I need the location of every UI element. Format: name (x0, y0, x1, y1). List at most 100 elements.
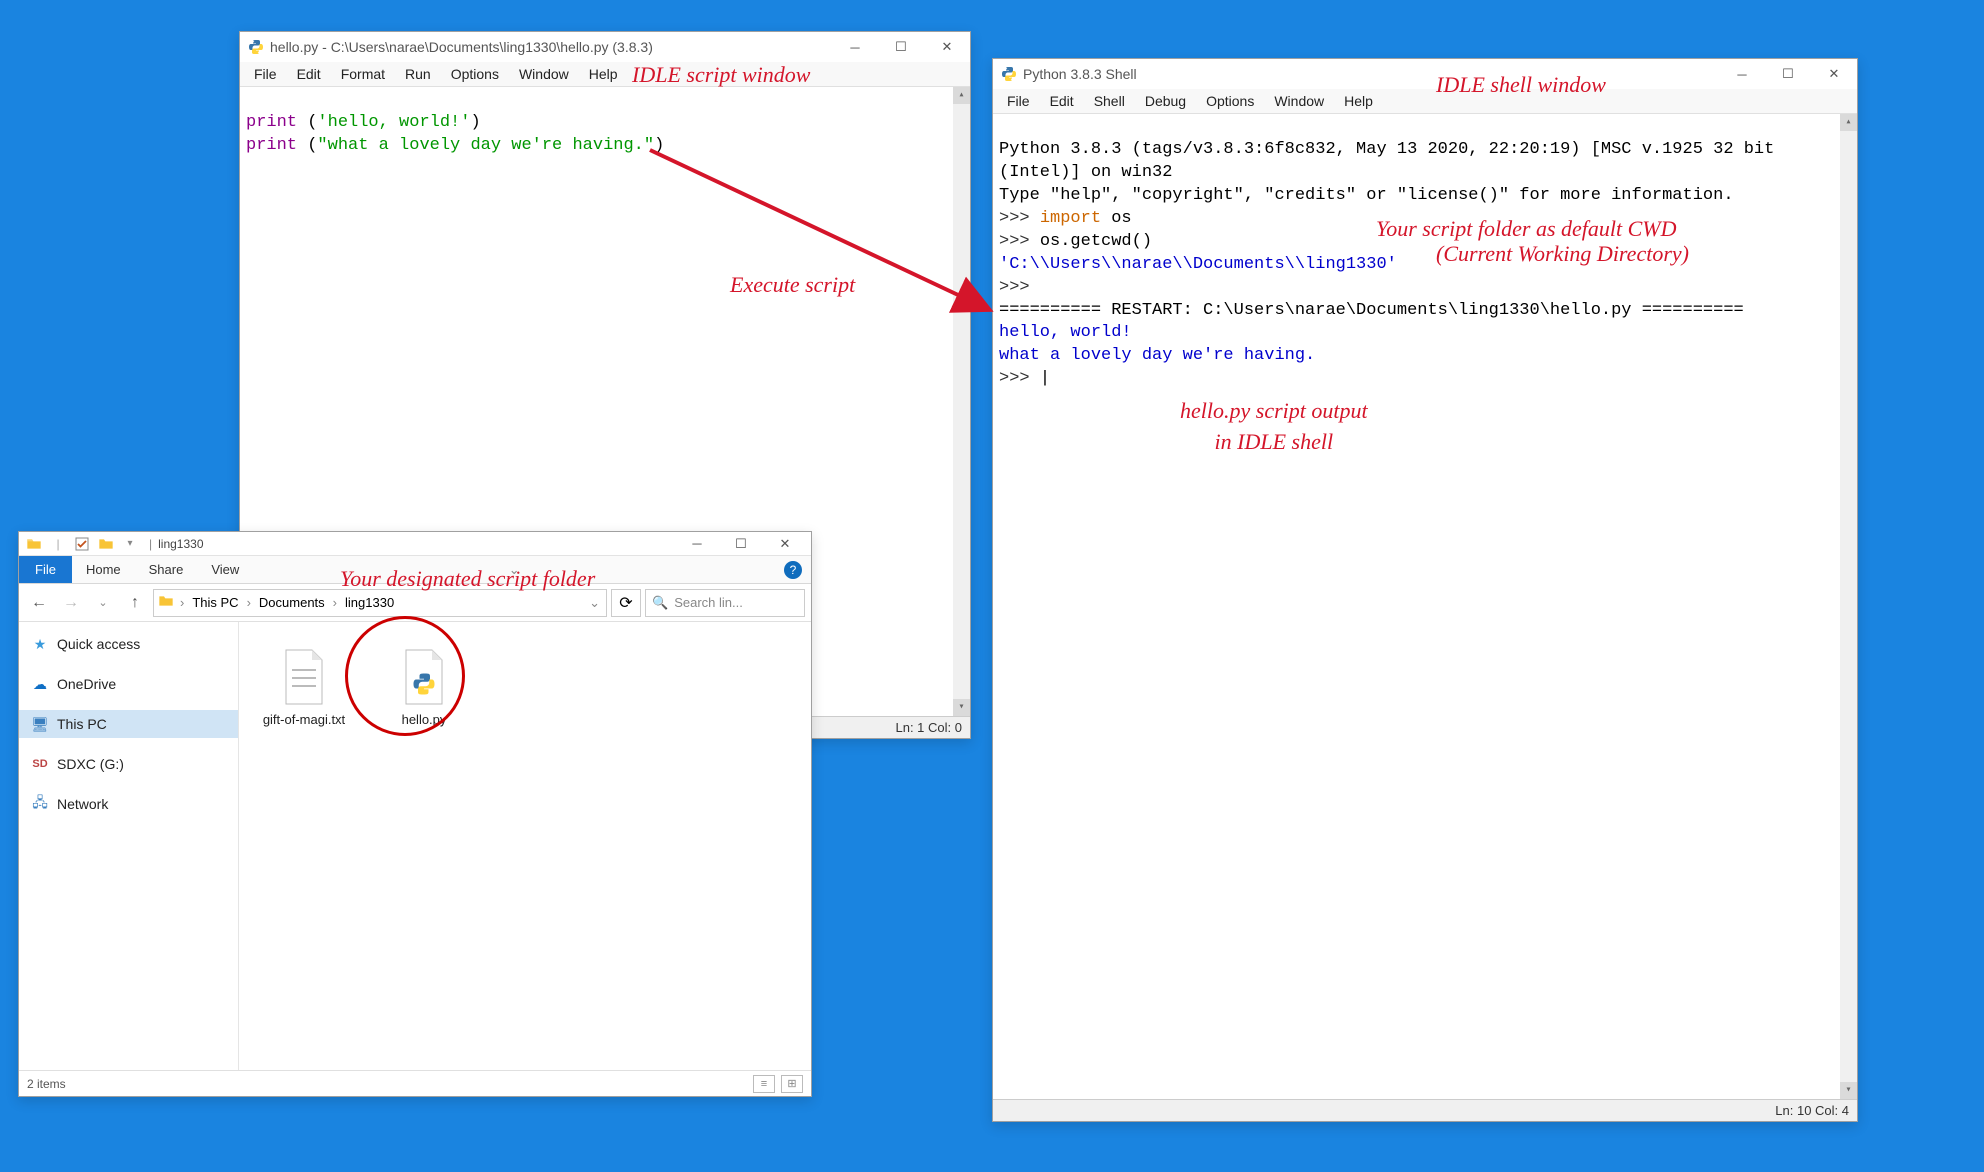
up-button[interactable]: ↑ (121, 589, 149, 617)
refresh-button[interactable]: ⟳ (611, 589, 641, 617)
chevron-right-icon[interactable]: › (245, 595, 253, 610)
shell-banner: Python 3.8.3 (tags/v3.8.3:6f8c832, May 1… (999, 140, 1785, 182)
network-icon: 🖧 (31, 795, 49, 813)
folder-tool-icon[interactable] (95, 533, 117, 555)
maximize-button[interactable]: ☐ (719, 532, 763, 556)
shell-banner: Type "help", "copyright", "credits" or "… (999, 186, 1734, 205)
breadcrumb[interactable]: › This PC › Documents › ling1330 ⌄ (153, 589, 607, 617)
scroll-up-icon[interactable]: ▴ (953, 87, 970, 104)
menu-file[interactable]: File (997, 91, 1040, 111)
menu-debug[interactable]: Debug (1135, 91, 1196, 111)
scroll-down-icon[interactable]: ▾ (953, 699, 970, 716)
script-scrollbar[interactable]: ▴ ▾ (953, 87, 970, 716)
explorer-file-pane[interactable]: gift-of-magi.txt hello.py (239, 622, 811, 1070)
shell-body[interactable]: Python 3.8.3 (tags/v3.8.3:6f8c832, May 1… (993, 114, 1857, 1099)
sidebar-label: OneDrive (57, 676, 116, 692)
sidebar-item-this-pc[interactable]: 🖥 This PC (19, 710, 238, 738)
sidebar-item-network[interactable]: 🖧 Network (19, 790, 238, 818)
ribbon-expand-icon[interactable]: ⌄ (496, 556, 532, 583)
menu-options[interactable]: Options (441, 64, 509, 84)
code-token: ( (297, 113, 317, 132)
maximize-button[interactable]: ☐ (878, 32, 924, 62)
scroll-down-icon[interactable]: ▾ (1840, 1082, 1857, 1099)
icons-view-button[interactable]: ⊞ (781, 1075, 803, 1093)
shell-cursor-pos: Ln: 10 Col: 4 (1775, 1103, 1849, 1118)
idle-shell-window: Python 3.8.3 Shell ─ ☐ ✕ File Edit Shell… (992, 58, 1858, 1122)
folder-icon (23, 533, 45, 555)
menu-file[interactable]: File (244, 64, 287, 84)
explorer-body: ★ Quick access ☁ OneDrive 🖥 This PC SD S… (19, 622, 811, 1070)
menu-help[interactable]: Help (1334, 91, 1383, 111)
chevron-down-icon[interactable]: ▾ (119, 533, 141, 555)
maximize-button[interactable]: ☐ (1765, 59, 1811, 89)
sidebar-label: Quick access (57, 636, 140, 652)
qat-separator-icon: | (47, 533, 69, 555)
menu-edit[interactable]: Edit (287, 64, 331, 84)
shell-restart-banner: ========== RESTART: C:\Users\narae\Docum… (999, 301, 1744, 320)
chevron-down-icon[interactable]: ⌄ (587, 595, 602, 611)
minimize-button[interactable]: ─ (675, 532, 719, 556)
pc-icon: 🖥 (31, 715, 49, 733)
breadcrumb-segment[interactable]: Documents (253, 595, 331, 610)
breadcrumb-segment[interactable]: This PC (186, 595, 244, 610)
code-token: print (246, 136, 297, 155)
qat-separator-icon: | (149, 537, 152, 551)
code-keyword: import (1040, 209, 1101, 228)
file-item-text[interactable]: gift-of-magi.txt (249, 642, 359, 731)
cursor-icon: | (1040, 369, 1050, 388)
menu-window[interactable]: Window (509, 64, 579, 84)
explorer-title: ling1330 (158, 537, 203, 551)
menu-shell[interactable]: Shell (1084, 91, 1135, 111)
shell-output: hello, world! (999, 323, 1132, 342)
menu-format[interactable]: Format (331, 64, 395, 84)
menu-window[interactable]: Window (1264, 91, 1334, 111)
explorer-statusbar: 2 items ≡ ⊞ (19, 1070, 811, 1096)
minimize-button[interactable]: ─ (832, 32, 878, 62)
python-icon (1001, 66, 1017, 82)
close-button[interactable]: ✕ (1811, 59, 1857, 89)
menu-run[interactable]: Run (395, 64, 441, 84)
forward-button[interactable]: → (57, 589, 85, 617)
tab-home[interactable]: Home (72, 556, 135, 583)
explorer-navbar: ← → ⌄ ↑ › This PC › Documents › ling1330… (19, 584, 811, 622)
sidebar-label: Network (57, 796, 108, 812)
code-token: ( (297, 136, 317, 155)
breadcrumb-segment[interactable]: ling1330 (339, 595, 400, 610)
python-file-icon (396, 646, 452, 708)
tab-share[interactable]: Share (135, 556, 198, 583)
back-button[interactable]: ← (25, 589, 53, 617)
tab-view[interactable]: View (197, 556, 253, 583)
script-titlebar: hello.py - C:\Users\narae\Documents\ling… (240, 32, 970, 62)
folder-icon (158, 593, 174, 612)
minimize-button[interactable]: ─ (1719, 59, 1765, 89)
checkbox-tool-icon[interactable] (71, 533, 93, 555)
shell-prompt: >>> (999, 369, 1040, 388)
menu-edit[interactable]: Edit (1040, 91, 1084, 111)
file-label: gift-of-magi.txt (263, 712, 345, 727)
search-placeholder: Search lin... (674, 595, 743, 610)
close-button[interactable]: ✕ (763, 532, 807, 556)
chevron-right-icon[interactable]: › (331, 595, 339, 610)
file-item-python[interactable]: hello.py (369, 642, 479, 731)
file-explorer-window: | ▾ | ling1330 ─ ☐ ✕ File Home Share Vie… (18, 531, 812, 1097)
shell-scrollbar[interactable]: ▴ ▾ (1840, 114, 1857, 1099)
chevron-right-icon[interactable]: › (178, 595, 186, 610)
help-button[interactable]: ? (775, 556, 811, 583)
menu-help[interactable]: Help (579, 64, 628, 84)
search-input[interactable]: 🔍 Search lin... (645, 589, 805, 617)
sidebar-item-onedrive[interactable]: ☁ OneDrive (19, 670, 238, 698)
recent-locations-button[interactable]: ⌄ (89, 589, 117, 617)
scroll-up-icon[interactable]: ▴ (1840, 114, 1857, 131)
sidebar-item-quick-access[interactable]: ★ Quick access (19, 630, 238, 658)
details-view-button[interactable]: ≡ (753, 1075, 775, 1093)
shell-output: 'C:\\Users\\narae\\Documents\\ling1330' (999, 255, 1397, 274)
sidebar-item-sdxc[interactable]: SD SDXC (G:) (19, 750, 238, 778)
cloud-icon: ☁ (31, 675, 49, 693)
code-string: 'hello, world!' (317, 113, 470, 132)
tab-file[interactable]: File (19, 556, 72, 583)
shell-statusbar: Ln: 10 Col: 4 (993, 1099, 1857, 1121)
script-title: hello.py - C:\Users\narae\Documents\ling… (270, 39, 832, 55)
close-button[interactable]: ✕ (924, 32, 970, 62)
menu-options[interactable]: Options (1196, 91, 1264, 111)
code-token: os.getcwd() (1040, 232, 1152, 251)
